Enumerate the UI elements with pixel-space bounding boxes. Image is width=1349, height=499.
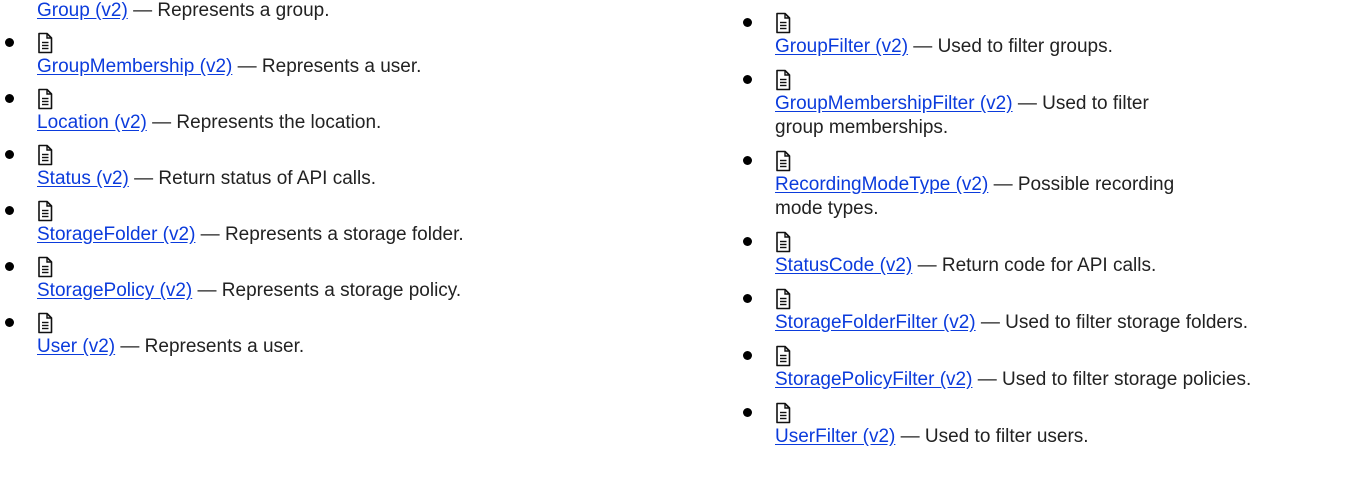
list-item: StoragePolicy (v2) — Represents a storag… xyxy=(0,256,600,303)
entry-text: GroupMembershipFilter (v2) — Used to fil… xyxy=(775,92,1195,140)
type-description: — Used to filter storage folders. xyxy=(975,312,1249,333)
type-description: — Represents a storage policy. xyxy=(192,280,462,301)
type-link-status[interactable]: Status (v2) xyxy=(37,168,129,189)
entry-text: StatusCode (v2) — Return code for API ca… xyxy=(775,254,1338,278)
bullet xyxy=(5,150,14,159)
bullet xyxy=(5,206,14,215)
type-link-userfilter[interactable]: UserFilter (v2) xyxy=(775,426,895,447)
list-item: GroupFilter (v2) — Used to filter groups… xyxy=(738,12,1338,59)
entry-text: User (v2) — Represents a user. xyxy=(37,335,600,359)
bullet xyxy=(5,38,14,47)
document-icon xyxy=(38,200,53,222)
type-description: — Represents a group. xyxy=(127,0,330,21)
document-icon xyxy=(38,312,53,334)
type-link-groupmembershipfilter[interactable]: GroupMembershipFilter (v2) xyxy=(775,93,1013,114)
entry-text: StoragePolicy (v2) — Represents a storag… xyxy=(37,279,600,303)
document-icon xyxy=(776,150,791,172)
type-description: — Used to filter groups. xyxy=(908,36,1113,57)
type-description: — Return code for API calls. xyxy=(912,255,1157,276)
bullet xyxy=(743,18,752,27)
document-icon xyxy=(38,88,53,110)
entry-text: Status (v2) — Return status of API calls… xyxy=(37,167,600,191)
document-icon xyxy=(38,256,53,278)
bullet xyxy=(5,262,14,271)
list-item: GroupMembershipFilter (v2) — Used to fil… xyxy=(738,69,1338,140)
list-item: StorageFolderFilter (v2) — Used to filte… xyxy=(738,288,1338,335)
document-icon xyxy=(38,32,53,54)
type-link-groupfilter[interactable]: GroupFilter (v2) xyxy=(775,36,908,57)
list-item: UserFilter (v2) — Used to filter users. xyxy=(738,402,1338,449)
bullet xyxy=(743,156,752,165)
bullet xyxy=(5,94,14,103)
bullet xyxy=(743,237,752,246)
type-description: — Represents a storage folder. xyxy=(195,224,464,245)
list-item: Group (v2) — Represents a group. xyxy=(0,0,600,23)
left-column: Group (v2) — Represents a group. GroupMe… xyxy=(0,0,600,368)
type-description: — Represents a user. xyxy=(115,336,305,357)
type-link-recordingmodetype[interactable]: RecordingModeType (v2) xyxy=(775,174,988,195)
type-list-left: Group (v2) — Represents a group. GroupMe… xyxy=(0,0,600,359)
entry-text: Location (v2) — Represents the location. xyxy=(37,111,600,135)
type-description: — Represents the location. xyxy=(146,112,382,133)
bullet xyxy=(743,75,752,84)
type-description: — Return status of API calls. xyxy=(128,168,376,189)
document-icon xyxy=(776,402,791,424)
document-icon xyxy=(776,345,791,367)
right-column: GroupFilter (v2) — Used to filter groups… xyxy=(738,12,1338,459)
list-item: StorageFolder (v2) — Represents a storag… xyxy=(0,200,600,247)
list-item: StatusCode (v2) — Return code for API ca… xyxy=(738,231,1338,278)
type-link-storagepolicy[interactable]: StoragePolicy (v2) xyxy=(37,280,192,301)
entry-text: StorageFolderFilter (v2) — Used to filte… xyxy=(775,311,1338,335)
list-item: GroupMembership (v2) — Represents a user… xyxy=(0,32,600,79)
document-icon xyxy=(776,69,791,91)
list-item: User (v2) — Represents a user. xyxy=(0,312,600,359)
type-link-groupmembership[interactable]: GroupMembership (v2) xyxy=(37,56,232,77)
entry-text: StorageFolder (v2) — Represents a storag… xyxy=(37,223,600,247)
list-item: Status (v2) — Return status of API calls… xyxy=(0,144,600,191)
bullet xyxy=(743,351,752,360)
entry-text: RecordingModeType (v2) — Possible record… xyxy=(775,173,1195,221)
bullet xyxy=(743,294,752,303)
entry-text: Group (v2) — Represents a group. xyxy=(37,0,600,23)
entry-text: StoragePolicyFilter (v2) — Used to filte… xyxy=(775,368,1338,392)
document-icon xyxy=(38,144,53,166)
type-description: — Used to filter users. xyxy=(895,426,1089,447)
type-link-user[interactable]: User (v2) xyxy=(37,336,115,357)
document-icon xyxy=(776,288,791,310)
document-icon xyxy=(776,12,791,34)
type-link-statuscode[interactable]: StatusCode (v2) xyxy=(775,255,912,276)
type-link-storagefolder[interactable]: StorageFolder (v2) xyxy=(37,224,195,245)
entry-text: UserFilter (v2) — Used to filter users. xyxy=(775,425,1338,449)
bullet xyxy=(743,408,752,417)
type-link-location[interactable]: Location (v2) xyxy=(37,112,147,133)
type-link-storagefolderfilter[interactable]: StorageFolderFilter (v2) xyxy=(775,312,976,333)
list-item: RecordingModeType (v2) — Possible record… xyxy=(738,150,1338,221)
type-link-storagepolicyfilter[interactable]: StoragePolicyFilter (v2) xyxy=(775,369,972,390)
entry-text: GroupFilter (v2) — Used to filter groups… xyxy=(775,35,1338,59)
type-link-group[interactable]: Group (v2) xyxy=(37,0,128,21)
list-item: StoragePolicyFilter (v2) — Used to filte… xyxy=(738,345,1338,392)
document-icon xyxy=(776,231,791,253)
type-list-right: GroupFilter (v2) — Used to filter groups… xyxy=(738,12,1338,449)
bullet xyxy=(5,318,14,327)
type-description: — Used to filter storage policies. xyxy=(972,369,1252,390)
type-description: — Represents a user. xyxy=(232,56,422,77)
entry-text: GroupMembership (v2) — Represents a user… xyxy=(37,55,600,79)
list-item: Location (v2) — Represents the location. xyxy=(0,88,600,135)
